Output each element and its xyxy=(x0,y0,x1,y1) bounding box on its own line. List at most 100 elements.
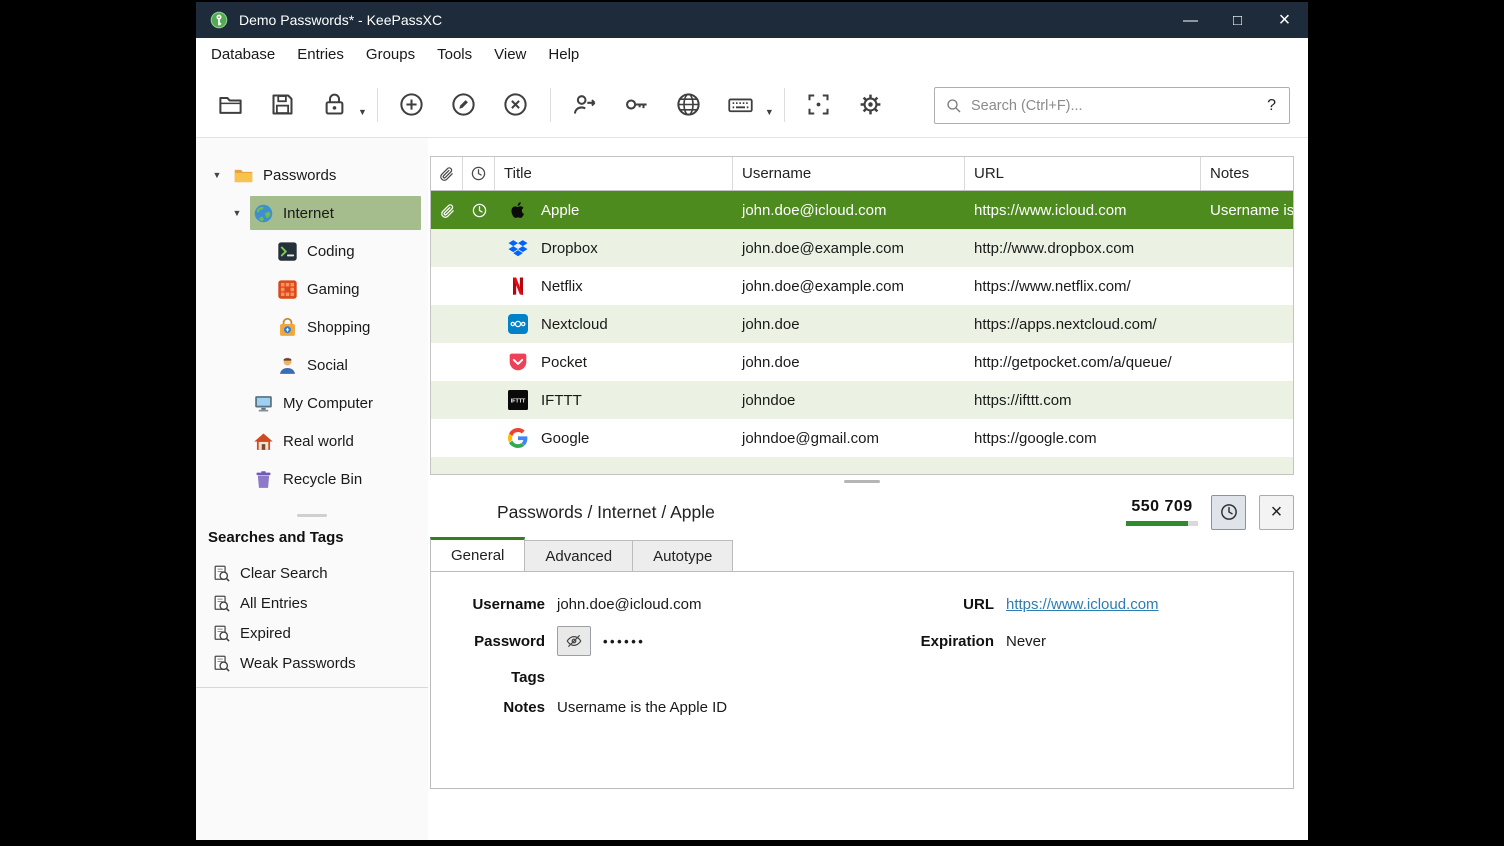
group-my-computer[interactable]: My Computer xyxy=(196,384,428,422)
add-entry-button[interactable] xyxy=(390,83,434,127)
home-icon xyxy=(253,431,274,452)
entry-title: Nextcloud xyxy=(541,316,608,333)
computer-icon xyxy=(253,393,274,414)
url-cell: http://getpocket.com/a/queue/ xyxy=(965,343,1201,381)
notes-column-header[interactable]: Notes xyxy=(1201,157,1293,190)
entry-title: Google xyxy=(541,430,589,447)
maximize-button[interactable]: □ xyxy=(1214,2,1261,38)
gamepad-icon xyxy=(277,279,298,300)
group-gaming[interactable]: Gaming xyxy=(196,270,428,308)
url-link[interactable]: https://www.icloud.com xyxy=(1006,596,1159,613)
group-label: Gaming xyxy=(307,281,360,298)
entry-row-dropbox[interactable]: Dropboxjohn.doe@example.comhttp://www.dr… xyxy=(431,229,1293,267)
saved-search-weak-passwords[interactable]: Weak Passwords xyxy=(196,648,428,678)
group-coding[interactable]: Coding xyxy=(196,232,428,270)
saved-search-expired[interactable]: Expired xyxy=(196,618,428,648)
keepassxc-logo-icon xyxy=(209,10,229,30)
group-row: My Computer xyxy=(250,386,421,420)
menu-groups[interactable]: Groups xyxy=(355,38,426,72)
copy-password-button[interactable] xyxy=(615,83,659,127)
entry-url: http://www.dropbox.com xyxy=(974,240,1134,257)
entry-row-apple[interactable]: Applejohn.doe@icloud.comhttps://www.iclo… xyxy=(431,191,1293,229)
url-column-header[interactable]: URL xyxy=(965,157,1201,190)
save-database-button[interactable] xyxy=(260,83,304,127)
expand-arrow-icon[interactable]: ▼ xyxy=(224,208,250,218)
group-social[interactable]: Social xyxy=(196,346,428,384)
attachment-column-header[interactable] xyxy=(431,157,463,190)
attachment-cell xyxy=(431,343,463,381)
search-input[interactable] xyxy=(971,98,1254,114)
settings-button[interactable] xyxy=(849,83,893,127)
search-help-button[interactable]: ? xyxy=(1254,97,1289,115)
group-label: Shopping xyxy=(307,319,370,336)
saved-search-clear-search[interactable]: Clear Search xyxy=(196,558,428,588)
copy-username-button[interactable] xyxy=(563,83,607,127)
menu-database[interactable]: Database xyxy=(200,38,286,72)
group-passwords[interactable]: ▼Passwords xyxy=(196,156,428,194)
totp-toggle-button[interactable] xyxy=(1211,495,1246,530)
lock-dropdown-caret-icon[interactable]: ▼ xyxy=(358,107,367,117)
open-database-button[interactable] xyxy=(208,83,252,127)
menu-tools[interactable]: Tools xyxy=(426,38,483,72)
clock-icon xyxy=(1219,502,1239,522)
totp-cell xyxy=(463,343,495,381)
entry-title: Apple xyxy=(541,202,579,219)
delete-entry-button[interactable] xyxy=(494,83,538,127)
entry-title: IFTTT xyxy=(541,392,582,409)
password-label: Password xyxy=(445,633,545,650)
tab-advanced[interactable]: Advanced xyxy=(525,540,633,572)
entry-preview-panel: Passwords / Internet / Apple 550 709 × xyxy=(430,487,1294,840)
globe-icon xyxy=(253,203,274,224)
edit-entry-button[interactable] xyxy=(442,83,486,127)
totp-column-header[interactable] xyxy=(463,157,495,190)
totp-cell xyxy=(463,419,495,457)
menu-help[interactable]: Help xyxy=(537,38,590,72)
minimize-button[interactable]: — xyxy=(1167,2,1214,38)
keepassxc-window: Demo Passwords* - KeePassXC — □ × Databa… xyxy=(196,2,1308,840)
menu-entries[interactable]: Entries xyxy=(286,38,355,72)
eye-off-icon xyxy=(565,632,583,650)
group-recycle-bin[interactable]: Recycle Bin xyxy=(196,460,428,498)
autotype-dropdown-caret-icon[interactable]: ▼ xyxy=(765,107,774,117)
sidebar-splitter-handle[interactable] xyxy=(297,514,327,517)
panel-splitter[interactable] xyxy=(430,475,1294,487)
tab-general[interactable]: General xyxy=(430,537,525,572)
dropbox-icon xyxy=(508,238,528,258)
totp-display: 550 709 xyxy=(1126,498,1198,526)
title-cell: Netflix xyxy=(495,267,733,305)
search-icon xyxy=(945,97,963,115)
group-internet[interactable]: ▼Internet xyxy=(196,194,428,232)
saved-search-all-entries[interactable]: All Entries xyxy=(196,588,428,618)
password-reveal-button[interactable] xyxy=(557,626,591,656)
entry-row-google[interactable]: Googlejohndoe@gmail.comhttps://google.co… xyxy=(431,419,1293,457)
preview-tabs: GeneralAdvancedAutotype xyxy=(430,537,1294,572)
general-tab-pane: Username john.doe@icloud.com URL https:/… xyxy=(430,571,1294,789)
attachment-cell xyxy=(431,191,463,229)
entry-row-netflix[interactable]: Netflixjohn.doe@example.comhttps://www.n… xyxy=(431,267,1293,305)
search-box: ? xyxy=(934,87,1290,124)
group-label: Coding xyxy=(307,243,355,260)
expand-arrow-icon[interactable]: ▼ xyxy=(204,170,230,180)
entry-title: Pocket xyxy=(541,354,587,371)
totp-code: 550 709 xyxy=(1131,498,1192,516)
entry-row-ifttt[interactable]: IFTTTIFTTTjohndoehttps://ifttt.com xyxy=(431,381,1293,419)
title-cell: Google xyxy=(495,419,733,457)
autotype-button[interactable] xyxy=(719,83,763,127)
entry-table: Title Username URL Notes Apple john.doe@i… xyxy=(430,156,1294,475)
username-column-header[interactable]: Username xyxy=(733,157,965,190)
menu-view[interactable]: View xyxy=(483,38,537,72)
entry-row-pocket[interactable]: Pocketjohn.doehttp://getpocket.com/a/que… xyxy=(431,343,1293,381)
username-cell: john.doe@icloud.com xyxy=(733,191,965,229)
copy-url-button[interactable] xyxy=(667,83,711,127)
lock-databases-button[interactable] xyxy=(312,83,356,127)
group-shopping[interactable]: Shopping xyxy=(196,308,428,346)
entry-row-nextcloud[interactable]: Nextcloudjohn.doehttps://apps.nextcloud.… xyxy=(431,305,1293,343)
close-preview-button[interactable]: × xyxy=(1259,495,1294,530)
title-column-header[interactable]: Title xyxy=(495,157,733,190)
tab-autotype[interactable]: Autotype xyxy=(633,540,733,572)
password-generator-button[interactable] xyxy=(797,83,841,127)
clock-icon xyxy=(471,202,488,219)
url-cell: https://apps.nextcloud.com/ xyxy=(965,305,1201,343)
close-button[interactable]: × xyxy=(1261,2,1308,38)
group-real-world[interactable]: Real world xyxy=(196,422,428,460)
